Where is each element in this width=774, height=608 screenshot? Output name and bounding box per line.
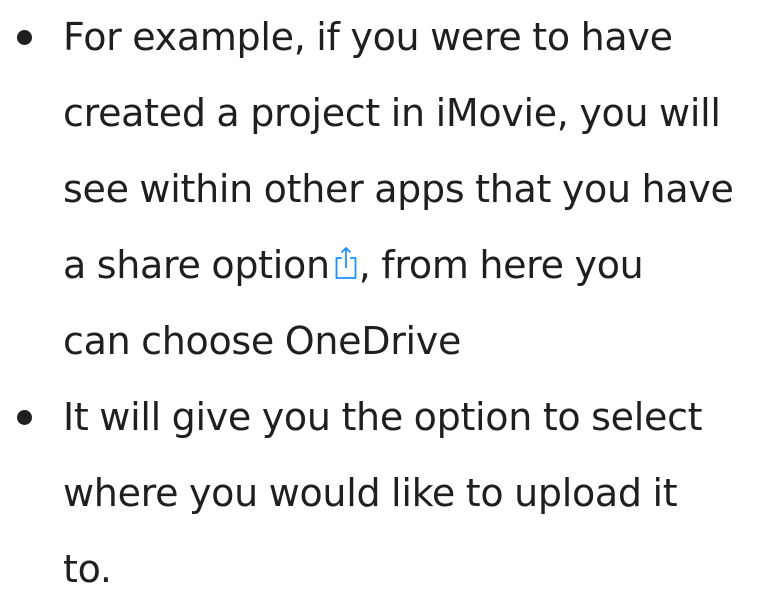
bullet-2-line-1: It will give you the option to select <box>63 395 703 439</box>
document-page: For example, if you were to have created… <box>0 0 774 608</box>
bullet-1-line-5: can choose OneDrive <box>63 319 462 363</box>
bullet-dot <box>17 30 32 45</box>
bullet-1-line-3: see within other apps that you have <box>63 167 734 211</box>
bullet-2-line-3: to. <box>63 547 112 591</box>
bullet-2-line-2: where you would like to upload it <box>63 471 678 515</box>
text-after-share-icon: , from here you <box>358 243 644 287</box>
bullet-item-share-project: For example, if you were to have created… <box>0 0 774 379</box>
bullet-list: For example, if you were to have created… <box>0 0 774 607</box>
bullet-dot <box>17 410 32 425</box>
bullet-1-line-4: a share option , from here you <box>63 227 766 303</box>
bullet-1-line-2: created a project in iMovie, you will <box>63 91 721 135</box>
bullet-item-upload-location: It will give you the option to select wh… <box>0 379 774 607</box>
text-before-share-icon: a share option <box>63 243 330 287</box>
share-icon <box>334 246 358 280</box>
bullet-1-line-1: For example, if you were to have <box>63 15 673 59</box>
